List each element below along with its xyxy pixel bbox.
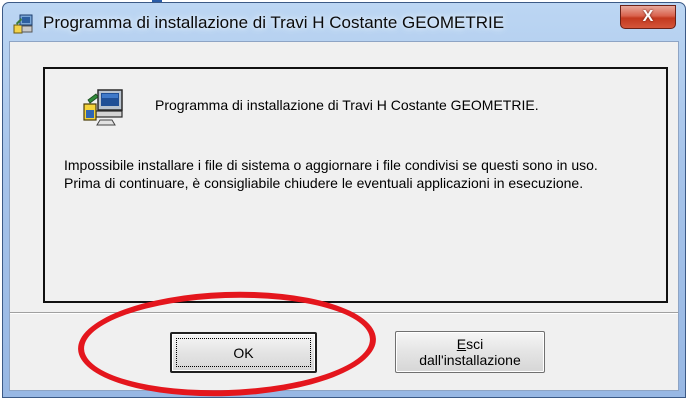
window-title: Programma di installazione di Travi H Co… [43,13,505,32]
exit-setup-button[interactable]: Esci dall'installazione [395,331,545,373]
close-icon: X [642,8,654,25]
ok-button[interactable]: OK [170,332,317,373]
ok-focus-rect: OK [176,338,311,367]
setup-dialog-window: Programma di installazione di Travi H Co… [2,2,686,398]
button-divider [10,312,678,314]
exit-button-label-line1: Esci [456,336,484,352]
setup-computer-icon [13,14,33,34]
close-button[interactable]: X [620,5,676,29]
message-body: Impossibile installare i file di sistema… [64,157,598,191]
title-bar[interactable]: Programma di installazione di Travi H Co… [3,3,685,45]
exit-button-label-line2: dall'installazione [419,352,521,368]
dialog-client-area: Programma di installazione di Travi H Co… [9,41,679,391]
ok-button-label: OK [233,344,254,361]
setup-computer-icon [83,89,123,126]
message-panel: Programma di installazione di Travi H Co… [43,67,668,303]
message-heading: Programma di installazione di Travi H Co… [155,97,539,113]
